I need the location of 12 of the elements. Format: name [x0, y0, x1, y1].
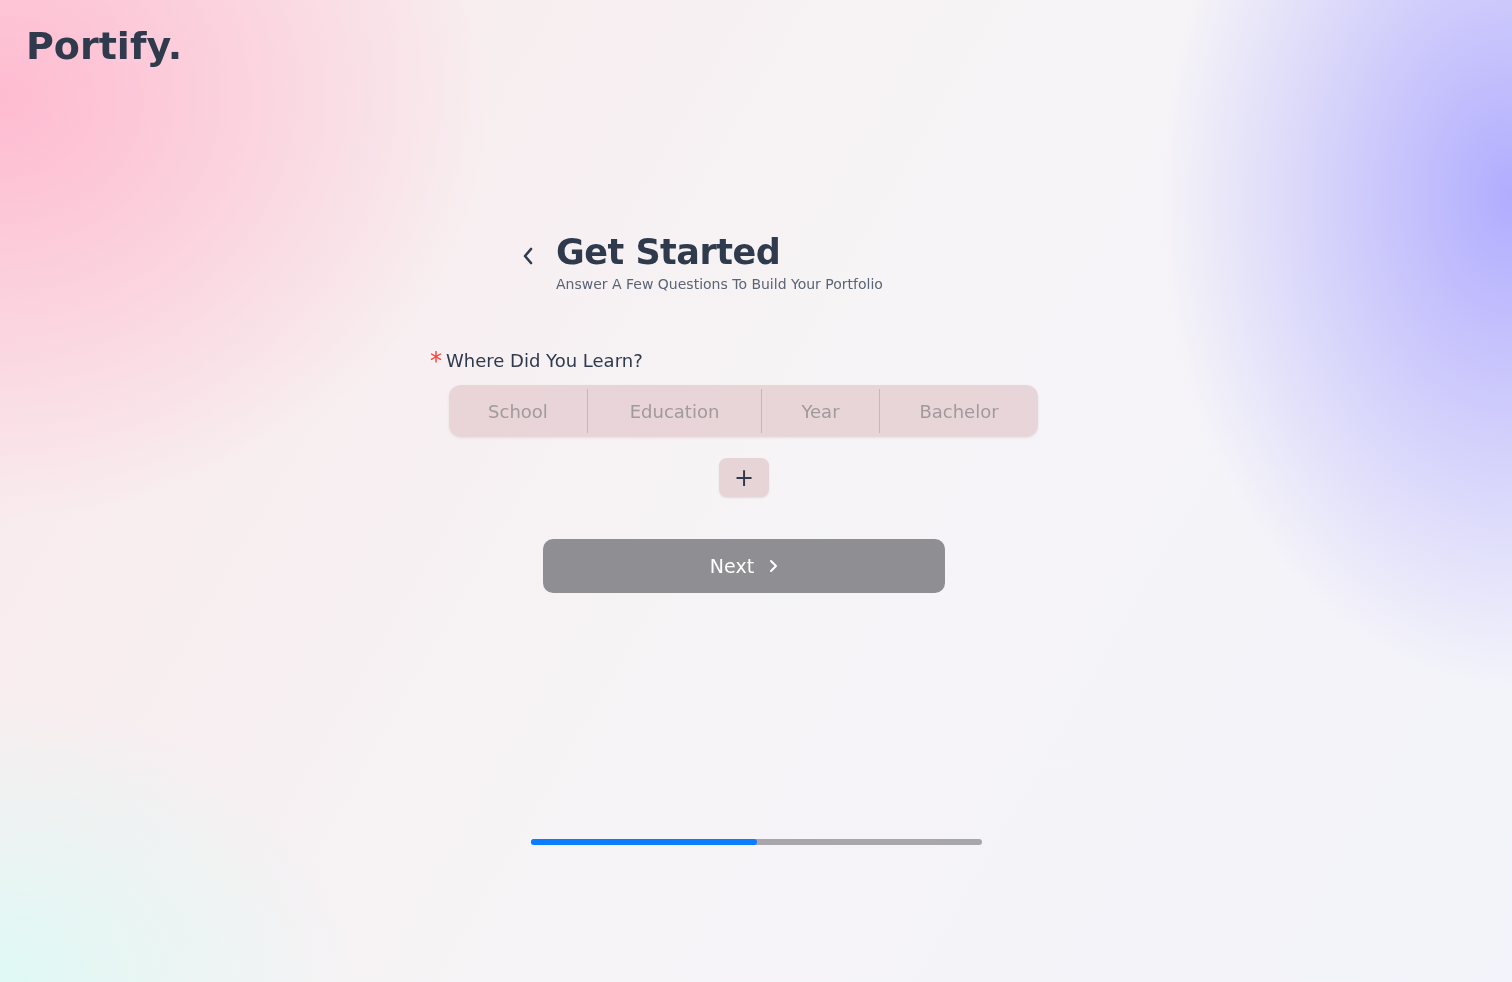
chevron-right-icon: [768, 559, 779, 573]
page-subtitle: Answer A Few Questions To Build Your Portfolio: [556, 276, 883, 292]
required-mark: *: [430, 350, 442, 371]
logo: Portify.: [26, 23, 184, 70]
text-field[interactable]: Year: [761, 389, 879, 433]
page-title: Get Started: [556, 231, 782, 274]
text-field[interactable]: Bachelor: [879, 389, 1038, 433]
text-field[interactable]: Education: [587, 389, 761, 433]
back-chevron-icon[interactable]: [522, 246, 534, 266]
text-field[interactable]: School: [449, 389, 587, 433]
add-button[interactable]: +: [719, 458, 769, 497]
question-label: Where Did You Learn?: [446, 350, 643, 371]
